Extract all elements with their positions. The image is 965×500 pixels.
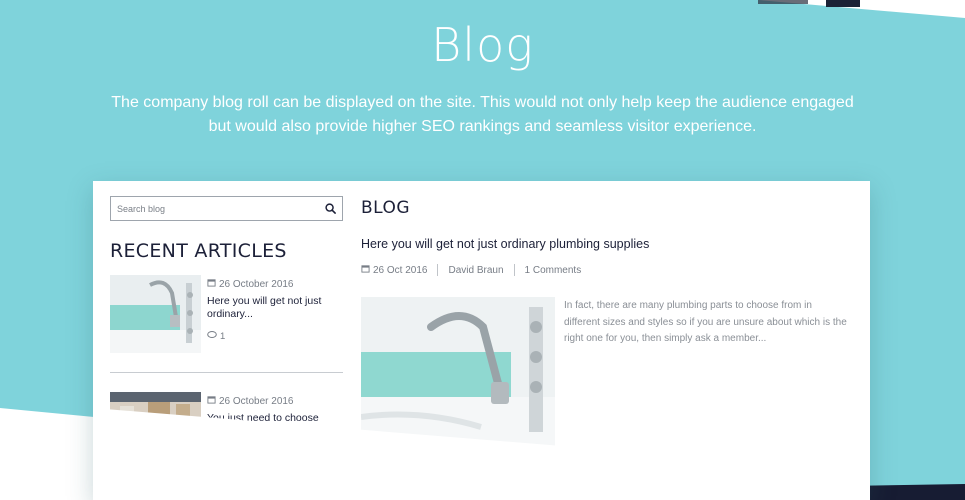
meta-separator xyxy=(513,264,515,276)
calendar-icon xyxy=(207,395,216,407)
page-title: Blog xyxy=(431,18,534,72)
post-image[interactable] xyxy=(361,297,555,453)
article-title-link[interactable]: Here you will get not just ordinary... xyxy=(207,295,347,321)
calendar-icon xyxy=(207,278,216,290)
article-date: 26 October 2016 xyxy=(207,278,294,290)
post-author-link[interactable]: David Braun xyxy=(448,265,503,276)
top-image-fragment xyxy=(758,0,808,4)
article-comments: 1 xyxy=(207,331,225,342)
blog-heading: BLOG xyxy=(361,198,411,218)
post-meta: 26 Oct 2016 David Braun 1 Comments xyxy=(361,264,581,276)
recent-article[interactable]: 26 October 2016 You just need to choose xyxy=(110,392,343,470)
article-thumbnail[interactable] xyxy=(110,275,201,353)
article-thumbnail[interactable] xyxy=(110,392,201,470)
sidebar-divider xyxy=(110,372,343,373)
recent-articles-heading: RECENT ARTICLES xyxy=(110,240,287,262)
comment-icon xyxy=(207,331,217,342)
search-icon xyxy=(324,199,336,218)
article-comments-count: 1 xyxy=(220,331,226,342)
meta-separator xyxy=(437,264,439,276)
post-comments-link[interactable]: 1 Comments xyxy=(525,265,582,276)
search-button[interactable] xyxy=(318,197,342,220)
search-input[interactable] xyxy=(111,198,318,219)
article-date-text: 26 October 2016 xyxy=(219,395,294,407)
article-title-link[interactable]: You just need to choose xyxy=(207,412,347,425)
page-subtitle: The company blog roll can be displayed o… xyxy=(111,94,854,135)
article-date-text: 26 October 2016 xyxy=(219,278,294,290)
post-date: 26 Oct 2016 xyxy=(373,264,428,276)
top-dark-fragment xyxy=(826,0,860,7)
recent-article[interactable]: 26 October 2016 Here you will get not ju… xyxy=(110,275,343,353)
calendar-icon xyxy=(361,264,370,276)
article-date: 26 October 2016 xyxy=(207,395,294,407)
search-box xyxy=(110,196,343,221)
blog-preview-card: RECENT ARTICLES 26 October 2016 Here you… xyxy=(93,181,870,500)
post-title-link[interactable]: Here you will get not just ordinary plum… xyxy=(361,237,649,251)
post-excerpt: In fact, there are many plumbing parts t… xyxy=(564,300,847,344)
